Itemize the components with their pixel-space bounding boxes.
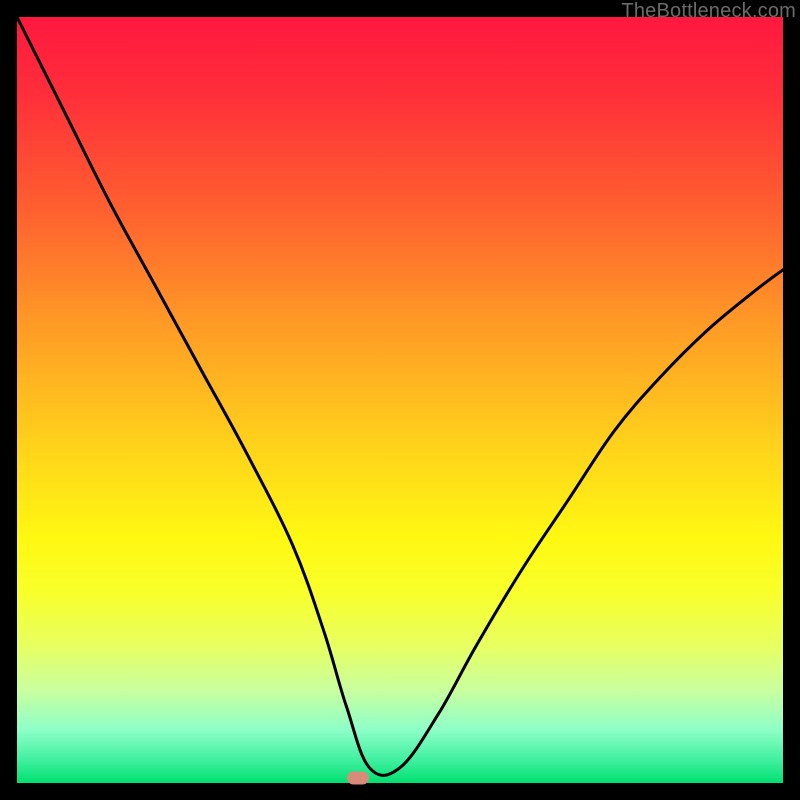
optimal-point-marker (347, 771, 369, 784)
chart-frame (17, 17, 783, 783)
watermark-label: TheBottleneck.com (621, 0, 796, 23)
bottleneck-curve (17, 17, 783, 783)
